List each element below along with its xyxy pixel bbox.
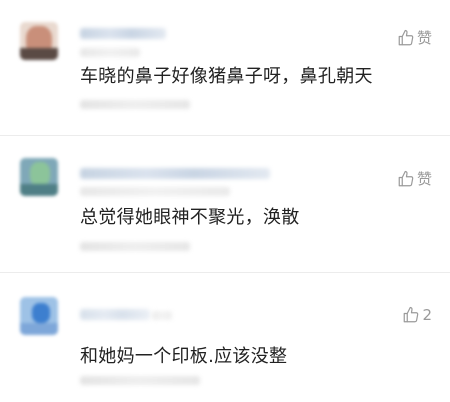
thumbs-up-icon (398, 170, 414, 186)
timestamp-blurred (80, 187, 230, 196)
reply-meta-blurred (80, 242, 190, 251)
reply-meta-blurred (80, 100, 190, 109)
timestamp-blurred (80, 48, 140, 57)
comment-text: 车晓的鼻子好像猪鼻子呀，鼻孔朝天 (80, 66, 373, 87)
comment-text: 总觉得她眼神不聚光，涣散 (80, 207, 300, 228)
thumbs-up-icon (398, 29, 414, 45)
comment-item: 车晓的鼻子好像猪鼻子呀，鼻孔朝天 赞 (0, 0, 450, 135)
like-label: 赞 (416, 29, 432, 47)
avatar[interactable] (20, 158, 58, 196)
comment-text: 和她妈一个印板.应该没整 (80, 346, 288, 367)
like-button[interactable]: 赞 (397, 168, 432, 189)
like-count: 2 (422, 306, 432, 324)
reply-meta-blurred (80, 376, 200, 385)
like-label: 赞 (416, 170, 432, 188)
avatar[interactable] (20, 297, 58, 335)
like-button[interactable]: 赞 (397, 27, 432, 48)
username-blurred[interactable] (80, 168, 270, 179)
username-blurred[interactable] (80, 309, 150, 320)
avatar[interactable] (20, 22, 58, 60)
comment-item: 和她妈一个印板.应该没整 2 (0, 273, 450, 402)
username-blurred[interactable] (80, 28, 166, 39)
like-button[interactable]: 2 (402, 306, 432, 324)
thumbs-up-icon (404, 306, 419, 323)
timestamp-blurred (152, 311, 172, 320)
comment-item: 总觉得她眼神不聚光，涣散 赞 (0, 136, 450, 272)
